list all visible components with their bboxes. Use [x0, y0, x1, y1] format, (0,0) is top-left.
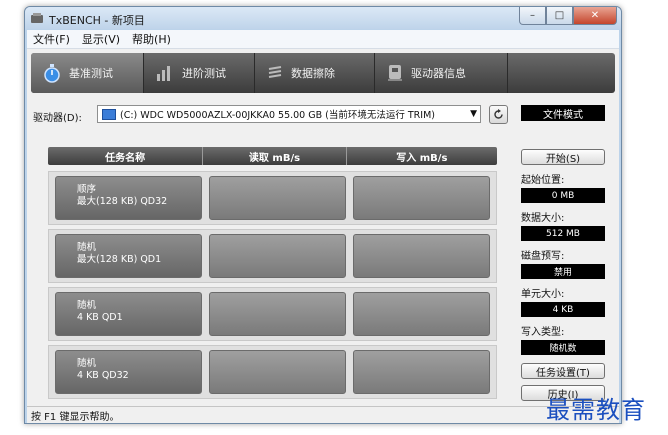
unit-size-value[interactable]: 4 KB	[521, 302, 605, 317]
drive-label: 驱动器(D):	[33, 113, 82, 124]
drive-info-icon	[388, 65, 402, 81]
read-result	[209, 292, 346, 336]
app-window: TxBENCH - 新项目 – □ ✕ 文件(F) 显示(V) 帮助(H) 基准…	[24, 6, 622, 424]
tab-label: 驱动器信息	[411, 67, 466, 80]
write-result	[353, 234, 490, 278]
maximize-button[interactable]: □	[546, 7, 573, 25]
menu-bar: 文件(F) 显示(V) 帮助(H)	[27, 30, 619, 49]
task-type: 随机	[77, 300, 97, 311]
main-panel: 基准测试 进阶测试 数据擦除 驱动器信息 驱动器(D): (C:) WDC WD…	[27, 49, 619, 423]
data-size-value[interactable]: 512 MB	[521, 226, 605, 241]
stopwatch-icon	[44, 64, 60, 83]
task-params: 最大(128 KB) QD32	[77, 196, 168, 207]
status-text: 按 F1 键显示帮助。	[31, 411, 120, 423]
write-type-value[interactable]: 随机数	[521, 340, 605, 355]
start-position-value[interactable]: 0 MB	[521, 188, 605, 203]
task-params: 4 KB QD32	[77, 370, 129, 381]
header-task-name: 任务名称	[48, 147, 204, 165]
read-result	[209, 350, 346, 394]
tab-label: 基准测试	[69, 67, 113, 80]
window-title: TxBENCH - 新项目	[49, 14, 145, 27]
task-type: 随机	[77, 242, 97, 253]
task-button[interactable]: 随机 最大(128 KB) QD1	[55, 234, 202, 278]
task-grid: 任务名称 读取 mB/s 写入 mB/s 顺序 最大(128 KB) QD32 …	[48, 147, 497, 399]
refresh-button[interactable]	[489, 105, 508, 124]
task-button[interactable]: 随机 4 KB QD1	[55, 292, 202, 336]
read-result	[209, 234, 346, 278]
write-result	[353, 292, 490, 336]
app-icon	[31, 13, 43, 23]
drive-select[interactable]: (C:) WDC WD5000AZLX-00JKKA0 55.00 GB (当前…	[97, 105, 481, 123]
read-result	[209, 176, 346, 220]
chevron-down-icon: ▼	[470, 109, 477, 119]
title-bar: TxBENCH - 新项目 – □ ✕	[25, 7, 621, 29]
data-size-label: 数据大小:	[521, 213, 565, 224]
tab-benchmark[interactable]: 基准测试	[31, 53, 144, 93]
task-params: 最大(128 KB) QD1	[77, 254, 162, 265]
grid-header: 任务名称 读取 mB/s 写入 mB/s	[48, 147, 497, 165]
task-type: 顺序	[77, 184, 97, 195]
menu-help[interactable]: 帮助(H)	[132, 31, 171, 47]
refresh-icon	[494, 109, 503, 119]
task-row: 随机 最大(128 KB) QD1	[48, 229, 497, 283]
menu-file[interactable]: 文件(F)	[33, 31, 70, 47]
unit-size-label: 单元大小:	[521, 289, 565, 300]
close-button[interactable]: ✕	[573, 7, 617, 25]
erase-icon	[268, 66, 282, 78]
tab-advanced[interactable]: 进阶测试	[144, 53, 255, 93]
prewrite-value[interactable]: 禁用	[521, 264, 605, 279]
menu-view[interactable]: 显示(V)	[82, 31, 120, 47]
task-settings-button[interactable]: 任务设置(T)	[521, 363, 605, 379]
minimize-button[interactable]: –	[519, 7, 546, 25]
settings-panel: 开始(S) 起始位置: 0 MB 数据大小: 512 MB 磁盘预写: 禁用 单…	[521, 149, 605, 401]
task-type: 随机	[77, 358, 97, 369]
task-button[interactable]: 随机 4 KB QD32	[55, 350, 202, 394]
task-button[interactable]: 顺序 最大(128 KB) QD32	[55, 176, 202, 220]
window-controls: – □ ✕	[519, 7, 617, 25]
write-type-label: 写入类型:	[521, 327, 565, 338]
start-position-label: 起始位置:	[521, 175, 565, 186]
tab-erase[interactable]: 数据擦除	[255, 53, 375, 93]
write-result	[353, 350, 490, 394]
task-row: 随机 4 KB QD1	[48, 287, 497, 341]
tab-label: 数据擦除	[291, 67, 335, 80]
task-row: 随机 4 KB QD32	[48, 345, 497, 399]
bar-chart-icon	[157, 66, 170, 81]
header-read: 读取 mB/s	[203, 147, 347, 165]
prewrite-label: 磁盘预写:	[521, 251, 565, 262]
drive-selected-value: (C:) WDC WD5000AZLX-00JKKA0 55.00 GB (当前…	[120, 110, 435, 121]
drive-row: 驱动器(D): (C:) WDC WD5000AZLX-00JKKA0 55.0…	[33, 105, 613, 125]
mode-tabs: 基准测试 进阶测试 数据擦除 驱动器信息	[31, 53, 615, 93]
task-params: 4 KB QD1	[77, 312, 123, 323]
header-write: 写入 mB/s	[396, 152, 448, 164]
file-mode-button[interactable]: 文件模式	[521, 105, 605, 121]
tab-drive-info[interactable]: 驱动器信息	[375, 53, 508, 93]
disk-icon	[102, 108, 116, 120]
tab-label: 进阶测试	[182, 67, 226, 80]
start-button[interactable]: 开始(S)	[521, 149, 605, 165]
watermark: 最需教育	[546, 396, 646, 424]
task-row: 顺序 最大(128 KB) QD32	[48, 171, 497, 225]
status-bar: 按 F1 键显示帮助。	[27, 406, 619, 423]
write-result	[353, 176, 490, 220]
